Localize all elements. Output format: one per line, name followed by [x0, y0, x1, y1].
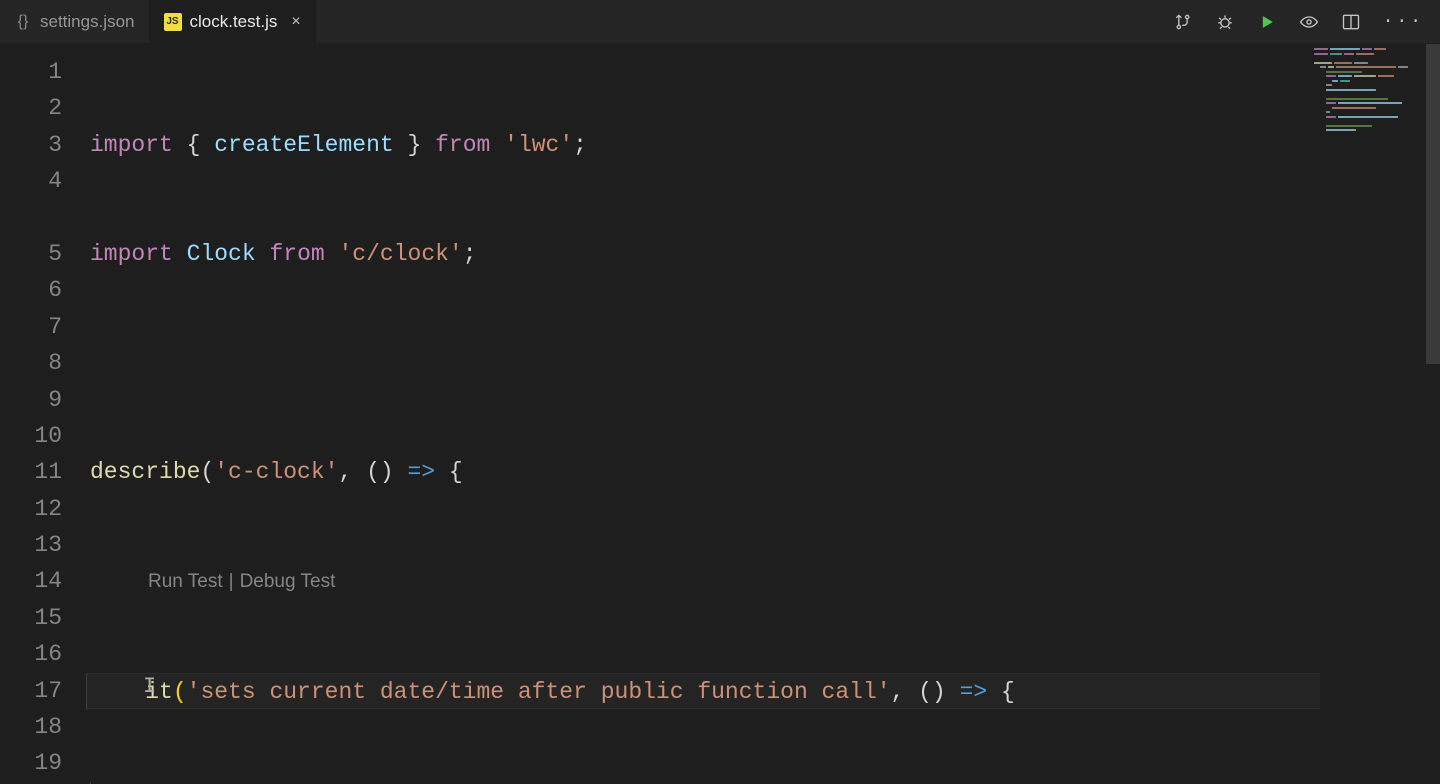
line-number-gutter: 1 2 3 4 5 6 7 8 9 10 11 12 13 14 15 16 1… [0, 44, 90, 784]
line-number: 16 [0, 636, 62, 672]
line-number: 8 [0, 345, 62, 381]
code-line[interactable]: describe('c-clock', () => { [90, 454, 1320, 490]
line-number: 15 [0, 600, 62, 636]
close-tab-icon[interactable]: × [291, 14, 300, 30]
scrollbar-thumb[interactable] [1426, 44, 1440, 364]
line-number: 3 [0, 127, 62, 163]
line-number: 7 [0, 309, 62, 345]
codelens-debug-test[interactable]: Debug Test [240, 564, 336, 600]
line-number: 17 [0, 673, 62, 709]
code-line[interactable]: import Clock from 'c/clock'; [90, 236, 1320, 272]
editor[interactable]: 1 2 3 4 5 6 7 8 9 10 11 12 13 14 15 16 1… [0, 44, 1440, 784]
code-line[interactable]: it('sets current date/time after public … [86, 673, 1320, 709]
line-number: 2 [0, 90, 62, 126]
more-actions-icon[interactable]: ··· [1383, 12, 1424, 32]
compare-changes-icon[interactable] [1173, 12, 1193, 32]
codelens-separator: | [229, 564, 234, 600]
codelens: Run Test | Debug Test [90, 564, 1320, 600]
debug-icon[interactable] [1215, 12, 1235, 32]
code-line[interactable] [90, 345, 1320, 381]
line-number: 1 [0, 54, 62, 90]
codelens-run-test[interactable]: Run Test [148, 564, 223, 600]
code-line[interactable]: import { createElement } from 'lwc'; [90, 127, 1320, 163]
line-number: 18 [0, 709, 62, 745]
line-number: 11 [0, 454, 62, 490]
tab-label: settings.json [40, 12, 135, 32]
editor-tab-bar: {} settings.json JS clock.test.js × ··· [0, 0, 1440, 44]
line-number: 6 [0, 272, 62, 308]
line-number: 13 [0, 527, 62, 563]
javascript-file-icon: JS [164, 13, 182, 31]
tab-label: clock.test.js [190, 12, 278, 32]
split-editor-icon[interactable] [1341, 12, 1361, 32]
run-icon[interactable] [1257, 12, 1277, 32]
editor-action-bar: ··· [1173, 0, 1430, 44]
line-number: 10 [0, 418, 62, 454]
line-number: 4 [0, 163, 62, 199]
line-number [0, 200, 62, 236]
minimap[interactable] [1314, 48, 1422, 138]
line-number: 5 [0, 236, 62, 272]
line-number: 9 [0, 382, 62, 418]
vertical-scrollbar[interactable] [1426, 44, 1440, 764]
tab-settings-json[interactable]: {} settings.json [0, 0, 150, 43]
open-preview-icon[interactable] [1299, 12, 1319, 32]
line-number: 19 [0, 745, 62, 781]
tab-clock-test-js[interactable]: JS clock.test.js × [150, 0, 316, 43]
json-file-icon: {} [14, 13, 32, 31]
code-area[interactable]: import { createElement } from 'lwc'; imp… [90, 44, 1320, 784]
line-number: 14 [0, 563, 62, 599]
line-number: 12 [0, 491, 62, 527]
